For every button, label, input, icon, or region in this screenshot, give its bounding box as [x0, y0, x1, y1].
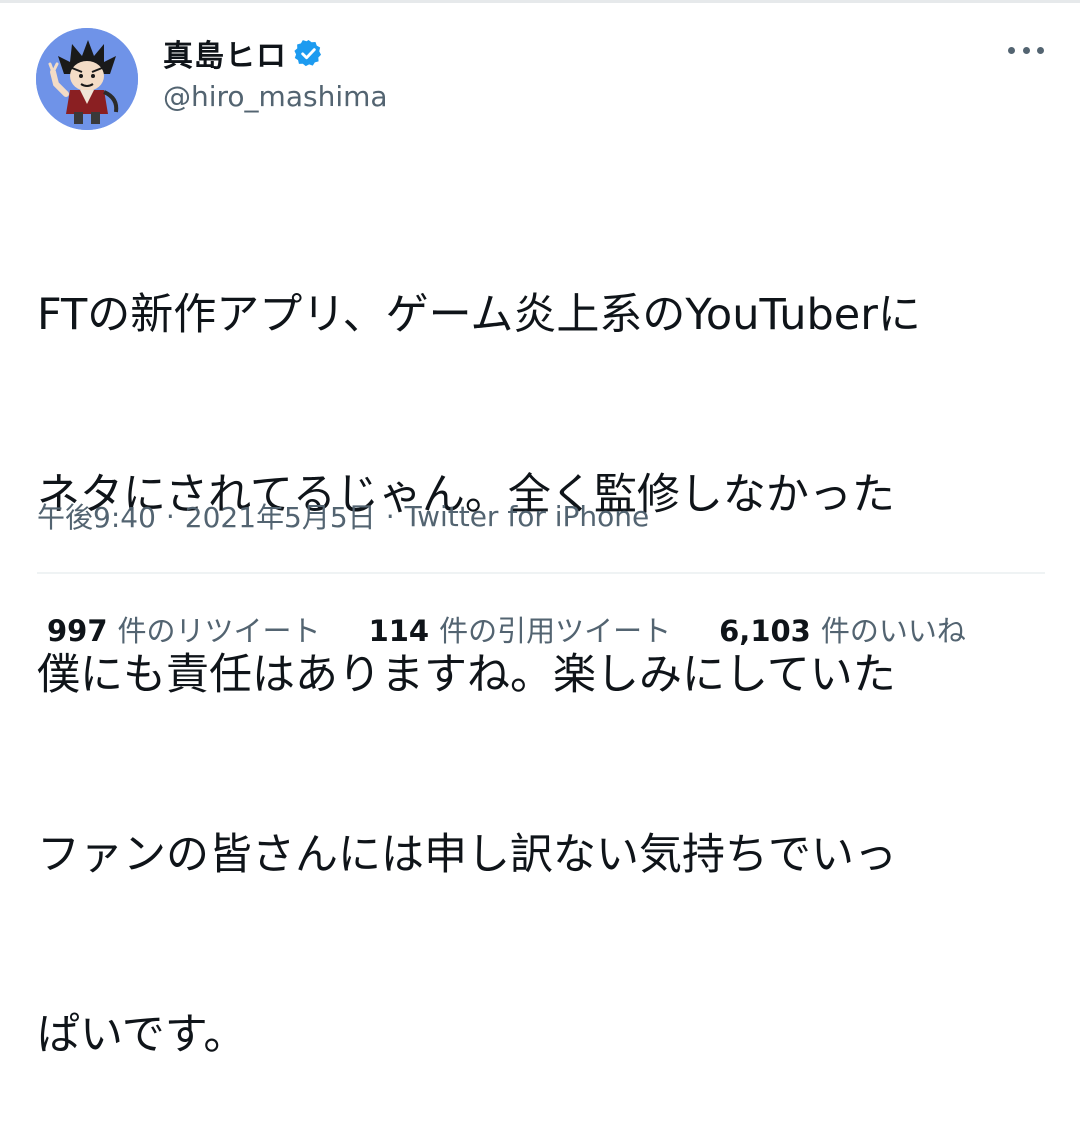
likes-count: 6,103 — [719, 614, 811, 648]
verified-badge-icon — [293, 38, 324, 69]
quotes-stat[interactable]: 114 件の引用ツイート — [369, 608, 672, 650]
tweet-text-line: FTの新作アプリ、ゲーム炎上系のYouTuberに — [37, 290, 921, 340]
author-info: 真島ヒロ @hiro_mashima — [163, 30, 388, 120]
likes-label: 件のいいね — [820, 614, 966, 648]
tweet-text-line: ファンの皆さんには申し訳ない気持ちでいっ — [37, 830, 897, 880]
stats-divider — [37, 572, 1045, 574]
tweet-text-line: 僕にも責任はありますね。楽しみにしていた — [37, 650, 896, 700]
tweet-text-line: ぱいです。 — [37, 1010, 247, 1060]
tweet-time[interactable]: 午後9:40 — [37, 496, 156, 536]
tweet-meta: 午後9:40 · 2021年5月5日 · Twitter for iPhone — [37, 496, 649, 536]
tweet-source-link[interactable]: Twitter for iPhone — [405, 500, 650, 533]
author-display-name[interactable]: 真島ヒロ — [163, 31, 287, 75]
meta-separator: · — [385, 499, 395, 533]
author-handle[interactable]: @hiro_mashima — [163, 80, 388, 113]
author-avatar[interactable] — [36, 28, 138, 130]
more-dot-icon — [1008, 46, 1015, 54]
name-row: 真島ヒロ — [163, 30, 388, 76]
retweets-stat[interactable]: 997 件のリツイート — [47, 608, 321, 650]
top-divider — [0, 0, 1080, 3]
quotes-label: 件の引用ツイート — [439, 614, 672, 648]
retweets-count: 997 — [47, 614, 108, 648]
retweets-label: 件のリツイート — [117, 614, 321, 648]
quotes-count: 114 — [368, 614, 430, 648]
tweet-stats: 997 件のリツイート 114 件の引用ツイート 6,103 件のいいね — [47, 608, 966, 650]
meta-separator: · — [165, 499, 175, 533]
more-dot-icon — [1037, 46, 1044, 54]
likes-stat[interactable]: 6,103 件のいいね — [719, 608, 966, 650]
tweet-date[interactable]: 2021年5月5日 — [185, 496, 376, 536]
more-dot-icon — [1022, 46, 1030, 54]
user-avatar-icon — [36, 28, 138, 130]
more-options-icon[interactable] — [1008, 38, 1044, 62]
